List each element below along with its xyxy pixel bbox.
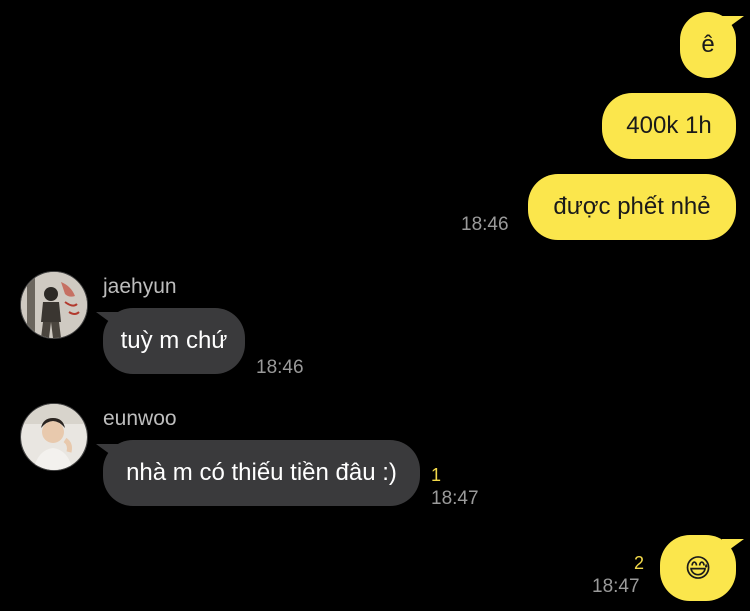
avatar-eunwoo[interactable] [20, 403, 88, 471]
message-text: ê [701, 31, 715, 58]
bubble-tail [96, 444, 118, 460]
incoming-message-bubble[interactable]: nhà m có thiếu tiền đâu :) [103, 440, 420, 506]
unread-count: 1 [431, 465, 442, 485]
message-text: nhà m có thiếu tiền đâu :) [126, 459, 397, 486]
sender-name: eunwoo [103, 407, 177, 430]
message-timestamp: 18:46 [256, 357, 304, 378]
message-timestamp: 18:46 [461, 214, 509, 235]
outgoing-message-bubble[interactable]: 400k 1h [602, 93, 736, 159]
sweat-smile-emoji-icon: 😅 [684, 553, 712, 583]
bubble-tail [722, 539, 744, 555]
chat-view: ê 400k 1h được phết nhẻ 18:46 jaehyun tu… [0, 0, 750, 611]
incoming-message-bubble[interactable]: tuỳ m chứ [103, 308, 245, 374]
outgoing-message-bubble[interactable]: được phết nhẻ [528, 174, 736, 240]
unread-count: 2 [634, 553, 645, 573]
message-text: được phết nhẻ [553, 193, 711, 220]
sender-name: jaehyun [103, 275, 177, 298]
message-text: tuỳ m chứ [120, 327, 228, 354]
bubble-tail [722, 16, 744, 32]
avatar-photo-icon [21, 404, 87, 470]
message-timestamp: 18:47 [431, 488, 479, 509]
bubble-tail [96, 312, 118, 328]
avatar-jaehyun[interactable] [20, 271, 88, 339]
message-text: 400k 1h [626, 112, 712, 139]
message-timestamp: 18:47 [592, 576, 640, 597]
avatar-photo-icon [21, 272, 87, 338]
